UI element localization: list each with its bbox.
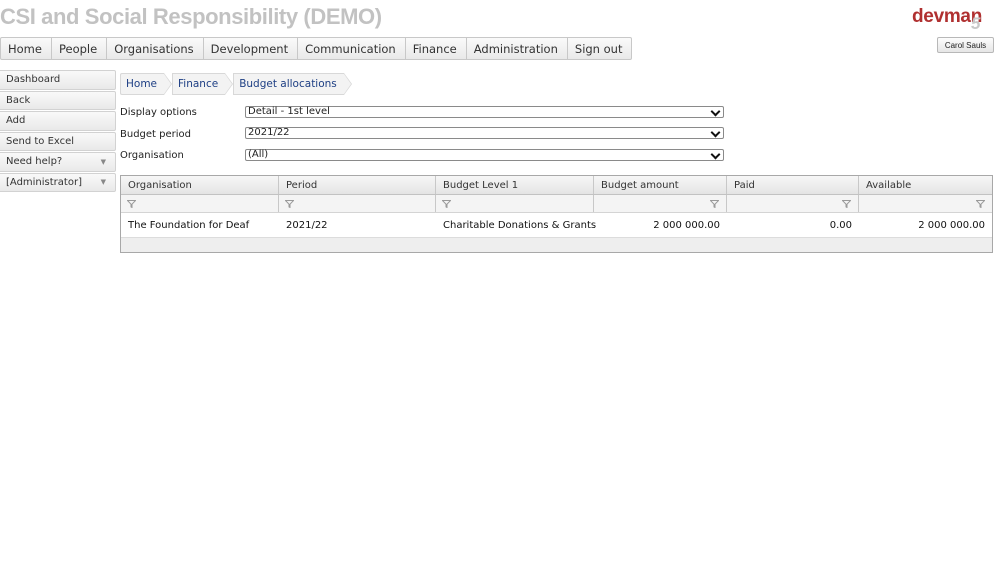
column-header-period[interactable]: Period (279, 176, 436, 194)
user-account-button[interactable]: Carol Sauls (937, 37, 994, 53)
breadcrumb: Home Finance Budget allocations (120, 73, 352, 95)
breadcrumb-finance[interactable]: Finance (172, 73, 234, 95)
filter-cell-budget-amount[interactable] (594, 195, 727, 212)
caret-down-icon: ▼ (100, 157, 106, 166)
sidebar-item-label: [Administrator] (6, 176, 82, 188)
organisation-select[interactable]: (All) (245, 149, 724, 161)
column-header-paid[interactable]: Paid (727, 176, 859, 194)
main-nav: Home People Organisations Development Co… (0, 37, 633, 60)
nav-communication[interactable]: Communication (298, 38, 406, 59)
column-header-budget-amount[interactable]: Budget amount (594, 176, 727, 194)
filter-icon[interactable] (442, 199, 451, 208)
caret-down-icon: ▼ (100, 178, 106, 187)
chevron-down-icon (709, 150, 723, 160)
breadcrumb-budget-allocations[interactable]: Budget allocations (233, 73, 352, 95)
sidebar-item-add[interactable]: Add (0, 111, 116, 131)
filter-cell-budget-level-1[interactable] (436, 195, 594, 212)
sidebar-item-dashboard[interactable]: Dashboard (0, 70, 116, 90)
cell-period: 2021/22 (286, 219, 328, 231)
nav-home[interactable]: Home (1, 38, 52, 59)
cell-available: 2 000 000.00 (918, 219, 985, 231)
select-value: (All) (248, 149, 269, 160)
nav-sign-out[interactable]: Sign out (568, 38, 632, 59)
chevron-down-icon (709, 107, 723, 117)
organisation-label: Organisation (120, 150, 184, 161)
breadcrumb-home[interactable]: Home (120, 73, 173, 95)
column-header-organisation[interactable]: Organisation (121, 176, 279, 194)
budget-period-label: Budget period (120, 129, 192, 140)
sidebar-item-send-to-excel[interactable]: Send to Excel (0, 131, 116, 151)
app-title: CSI and Social Responsibility (DEMO) (0, 4, 382, 29)
cell-organisation: The Foundation for Deaf (128, 219, 250, 231)
sidebar-item-label: Add (6, 115, 26, 127)
filter-icon[interactable] (710, 199, 719, 208)
table-row[interactable]: The Foundation for Deaf 2021/22 Charitab… (121, 213, 992, 237)
sidebar-item-need-help[interactable]: Need help? ▼ (0, 152, 116, 172)
grid-footer (121, 237, 992, 252)
devman-logo: devman 5 (912, 6, 992, 34)
nav-administration[interactable]: Administration (467, 38, 568, 59)
filter-icon[interactable] (285, 199, 294, 208)
nav-development[interactable]: Development (204, 38, 299, 59)
column-header-budget-level-1[interactable]: Budget Level 1 (436, 176, 594, 194)
cell-paid: 0.00 (829, 219, 852, 231)
display-options-select[interactable]: Detail - 1st level (245, 106, 724, 118)
filter-icon[interactable] (842, 199, 851, 208)
grid-filter-row (121, 195, 992, 213)
select-value: 2021/22 (248, 127, 290, 138)
sidebar-item-back[interactable]: Back (0, 90, 116, 110)
nav-people[interactable]: People (52, 38, 108, 59)
filter-cell-paid[interactable] (727, 195, 859, 212)
display-options-label: Display options (120, 107, 197, 118)
sidebar-item-label: Send to Excel (6, 135, 75, 147)
cell-budget-level-1: Charitable Donations & Grants (443, 219, 597, 231)
filter-icon[interactable] (976, 199, 985, 208)
sidebar: Dashboard Back Add Send to Excel Need he… (0, 70, 116, 193)
filter-cell-organisation[interactable] (121, 195, 279, 212)
nav-finance[interactable]: Finance (406, 38, 467, 59)
sidebar-item-label: Back (6, 94, 31, 106)
budget-period-select[interactable]: 2021/22 (245, 127, 724, 139)
column-header-available[interactable]: Available (859, 176, 992, 194)
sidebar-item-label: Need help? (6, 156, 63, 168)
sidebar-item-administrator[interactable]: [Administrator] ▼ (0, 172, 116, 192)
nav-organisations[interactable]: Organisations (107, 38, 204, 59)
logo-version: 5 (971, 14, 981, 33)
select-value: Detail - 1st level (248, 106, 330, 117)
chevron-down-icon (709, 128, 723, 138)
filter-cell-period[interactable] (279, 195, 436, 212)
cell-budget-amount: 2 000 000.00 (653, 219, 720, 231)
grid-header-row: Organisation Period Budget Level 1 Budge… (121, 176, 992, 195)
filter-icon[interactable] (127, 199, 136, 208)
budget-allocations-grid: Organisation Period Budget Level 1 Budge… (120, 175, 993, 253)
filter-cell-available[interactable] (859, 195, 992, 212)
sidebar-item-label: Dashboard (6, 74, 61, 86)
